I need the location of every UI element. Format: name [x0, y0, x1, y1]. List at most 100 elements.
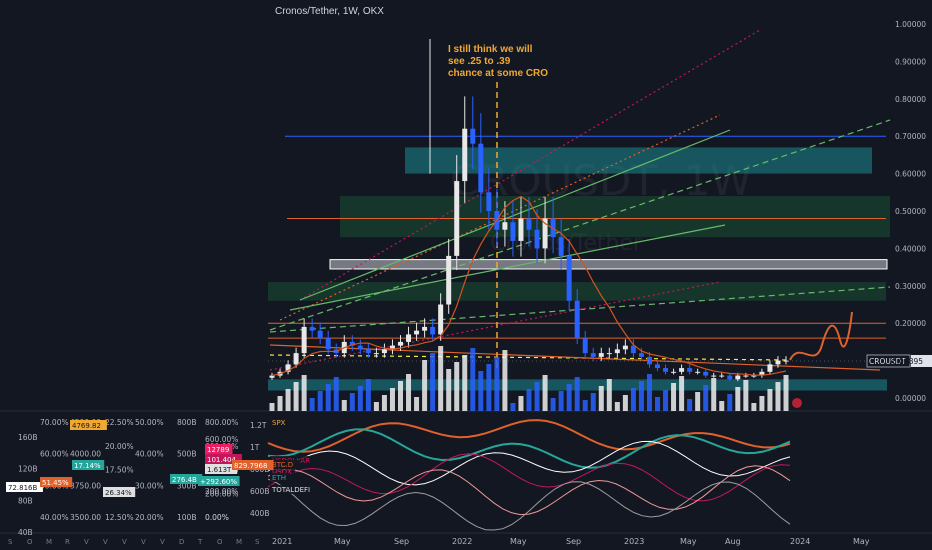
candle-body — [566, 255, 572, 301]
annotation-line: see .25 to .39 — [448, 56, 511, 67]
left-scale-label: 0.00% — [205, 513, 229, 522]
volume-bar — [590, 393, 596, 411]
candle-body — [510, 222, 516, 241]
zone-grey — [329, 259, 888, 270]
candle-body — [646, 356, 652, 365]
candle-body — [598, 353, 604, 357]
volume-bar — [622, 395, 628, 411]
candle-body — [414, 330, 420, 335]
left-scale-label: 800.00% — [205, 418, 238, 427]
volume-bar — [349, 393, 355, 411]
value-badge-label: 829.7968 — [234, 462, 267, 470]
volume-bar — [598, 386, 604, 411]
left-scale-label: 30.00% — [135, 481, 164, 490]
indicator-tag: SPX — [272, 419, 286, 427]
volume-bar — [574, 377, 580, 411]
value-badge-label: 4769.82 — [72, 422, 101, 430]
volume-bar — [767, 389, 773, 411]
volume-bar — [398, 381, 403, 411]
volume-bar — [446, 369, 452, 411]
candle-body — [743, 375, 749, 377]
x-axis-label: May — [680, 537, 697, 546]
volume-bar — [414, 397, 420, 411]
volume-bar — [293, 382, 299, 411]
left-scale-label: 40.00% — [135, 450, 164, 459]
chart-annotation: I still think we will see .25 to .39 cha… — [448, 44, 548, 80]
left-scale-label: 4000.00 — [70, 450, 101, 459]
left-scale-label: 800B — [177, 418, 196, 427]
left-scale-label: 17.50% — [105, 466, 134, 475]
bottom-letter: S — [8, 538, 13, 546]
candle-body — [446, 255, 452, 305]
left-scale-label: 40B — [18, 528, 33, 537]
price-chart[interactable]: CROUSDT, 1WCronos/Tether1.000000.900000.… — [0, 0, 932, 550]
indicator-axis-label: 1T — [250, 443, 260, 452]
volume-bar — [462, 355, 468, 411]
candle-body — [719, 375, 725, 377]
volume-bar — [614, 402, 620, 411]
volume-bar — [703, 385, 709, 411]
candle-body — [438, 304, 444, 335]
volume-bar — [518, 396, 524, 411]
x-axis-label: 2023 — [624, 537, 644, 546]
volume-bar — [687, 399, 693, 411]
candle-body — [381, 349, 387, 354]
bottom-letter: V — [84, 538, 89, 546]
left-scale-label: 100B — [177, 513, 196, 522]
volume-bar — [430, 353, 436, 411]
event-flag — [792, 398, 802, 408]
x-axis-label: May — [853, 537, 870, 546]
candle-body — [486, 192, 492, 211]
bottom-letter: V — [103, 538, 108, 546]
candle-body — [622, 345, 628, 350]
bottom-letter: V — [160, 538, 165, 546]
volume-bar — [743, 380, 749, 411]
candle-body — [671, 371, 677, 373]
indicator-axis-label: 400B — [250, 509, 269, 518]
volume-bar — [341, 400, 347, 411]
candle-body — [751, 375, 757, 377]
candle-body — [687, 368, 693, 372]
candle-body — [317, 330, 323, 339]
volume-bar — [671, 383, 677, 411]
indicator-tag: ETH — [272, 474, 286, 482]
volume-bar — [550, 398, 556, 411]
volume-bar — [389, 388, 395, 411]
bottom-letter: V — [122, 538, 127, 546]
left-scale-label: 3500.00 — [70, 513, 101, 522]
bottom-letter: O — [27, 538, 33, 546]
left-scale-label: 200.00% — [205, 489, 238, 498]
candle-body — [638, 353, 644, 357]
x-axis-label: May — [334, 537, 351, 546]
volume-bar — [558, 391, 564, 411]
candle-body — [695, 371, 701, 373]
chart-stage[interactable]: CROUSDT, 1W Cronos/Tether 1.00000 0.90000 0.… — [0, 0, 932, 550]
candle-body — [574, 300, 580, 339]
y-tick-label: 0.30000 — [895, 282, 926, 291]
indicator-tag: TOTALDEFI — [271, 486, 310, 494]
candle-body — [558, 237, 564, 256]
volume-bar — [783, 375, 789, 411]
left-scale-label: 20.00% — [135, 513, 164, 522]
volume-bar — [679, 376, 685, 411]
candle-body — [269, 375, 275, 378]
candle-body — [614, 349, 620, 354]
volume-bar — [333, 377, 339, 411]
candle-body — [430, 326, 436, 335]
candle-body — [582, 338, 588, 354]
volume-bar — [751, 403, 757, 411]
zone-teal — [405, 147, 872, 174]
candle-body — [373, 353, 379, 355]
volume-bar — [285, 389, 291, 411]
x-axis-label: May — [510, 537, 527, 546]
left-scale-label: 160B — [18, 433, 37, 442]
candle-body — [767, 364, 773, 372]
bottom-letter: S — [255, 538, 260, 546]
volume-bar — [357, 386, 363, 411]
volume-bar — [486, 364, 492, 411]
candle-body — [655, 364, 660, 369]
candle-body — [526, 218, 532, 230]
left-scale-label: 60.00% — [40, 450, 69, 459]
bottom-letter: V — [141, 538, 146, 546]
volume-bar — [454, 362, 460, 411]
